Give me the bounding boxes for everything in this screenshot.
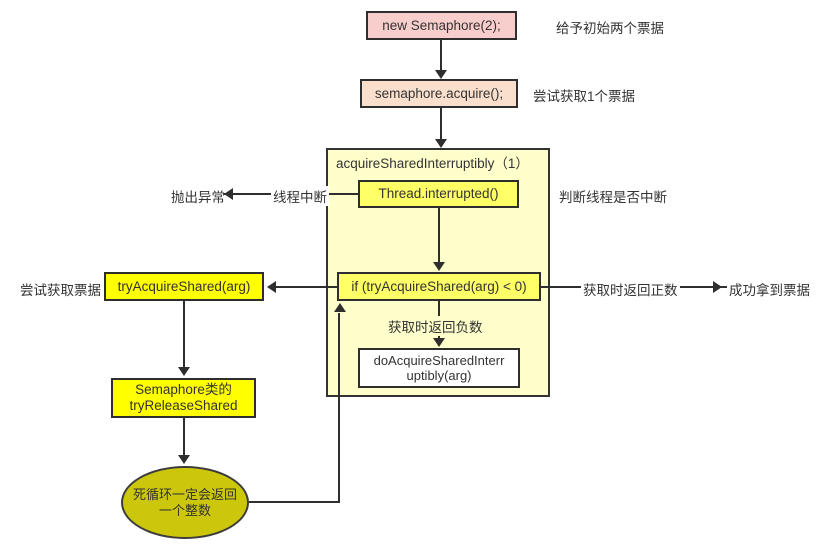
edge-try-acquire-to-release [183,301,185,368]
arrowhead-left-to-throw [224,188,233,200]
label-thread-interrupt: 线程中断 [271,186,329,206]
edge-loop-return-horizontal [249,501,340,503]
arrowhead-down-to-if [433,262,445,271]
node-semaphore-acquire[interactable]: semaphore.acquire(); [360,79,518,108]
label-return-positive: 获取时返回正数 [581,279,680,299]
arrowhead-down-to-loop [178,455,190,464]
arrowhead-down-to-acquire [435,70,447,79]
diagram-canvas: acquireSharedInterruptibly（1） new Semaph… [0,0,826,558]
label-successfully-got-ticket: 成功拿到票据 [729,283,810,298]
arrowhead-down-to-release [178,367,190,376]
container-title: acquireSharedInterruptibly（1） [336,156,529,171]
node-semaphore-try-release-shared[interactable]: Semaphore类的 tryReleaseShared [111,378,256,418]
arrowhead-down-to-container [435,139,447,148]
label-initial-two-tickets: 给予初始两个票据 [556,21,664,36]
node-new-semaphore[interactable]: new Semaphore(2); [366,11,517,40]
edge-loop-return-vertical [338,313,340,503]
label-try-get-one-ticket: 尝试获取1个票据 [533,89,636,104]
label-judge-thread-interrupted: 判断线程是否中断 [559,190,667,205]
label-throw-exception: 抛出异常 [171,190,225,205]
edge-thread-interrupted-to-if [438,208,440,263]
arrowhead-left-to-try-acquire [267,281,276,293]
node-do-acquire-shared-interruptibly[interactable]: doAcquireSharedInterr uptibly(arg) [358,348,520,388]
node-try-acquire-shared[interactable]: tryAcquireShared(arg) [104,272,264,301]
edge-new-semaphore-to-acquire [440,40,442,71]
arrowhead-down-to-do-acquire [433,338,445,347]
edge-acquire-to-container [440,108,442,140]
edge-release-to-loop [183,418,185,456]
node-infinite-loop-returns-integer[interactable]: 死循环一定会返回 一个整数 [121,466,249,539]
node-thread-interrupted[interactable]: Thread.interrupted() [358,180,519,208]
node-if-try-acquire-shared-check[interactable]: if (tryAcquireShared(arg) < 0) [337,272,541,301]
label-try-get-ticket: 尝试获取票据 [20,283,101,298]
label-return-negative: 获取时返回负数 [386,316,485,336]
arrowhead-up-to-if [334,303,346,312]
edge-if-to-try-acquire-shared [276,286,338,288]
arrowhead-right-to-success [713,281,722,293]
